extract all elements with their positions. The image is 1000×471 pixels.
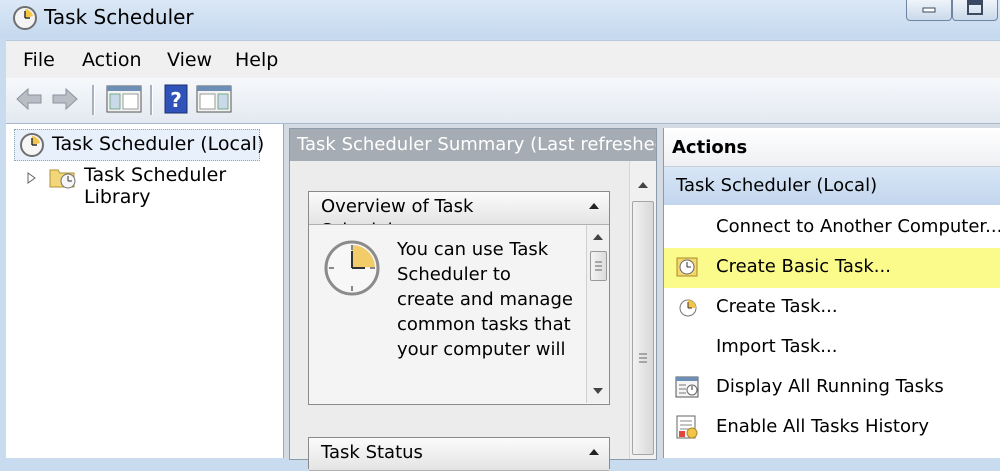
toolbar-separator — [150, 85, 153, 115]
back-arrow-icon[interactable] — [14, 84, 44, 114]
maximize-button[interactable] — [952, 0, 998, 21]
action-import-task[interactable]: Import Task... — [664, 328, 1000, 368]
console-tree: Task Scheduler (Local) Task Scheduler Li… — [6, 124, 284, 458]
toolbar: ? — [6, 78, 1000, 124]
grip-icon — [639, 353, 647, 363]
action-label: Enable All Tasks History — [716, 416, 930, 437]
minimize-icon — [922, 7, 936, 13]
actions-title: Actions — [672, 137, 748, 158]
menu-bar: File Action View Help — [6, 40, 1000, 79]
help-icon[interactable]: ? — [162, 84, 192, 114]
menu-help[interactable]: Help — [235, 49, 278, 71]
expand-arrow-icon[interactable] — [27, 172, 37, 184]
scroll-up-icon[interactable] — [638, 182, 648, 189]
overview-section-header[interactable]: Overview of Task Scheduler — [309, 192, 609, 225]
title-bar: Task Scheduler — [0, 0, 1000, 38]
window-title: Task Scheduler — [44, 5, 194, 29]
scroll-down-icon[interactable] — [593, 388, 603, 395]
action-connect-to-another-computer[interactable]: Connect to Another Computer... — [664, 208, 1000, 248]
actions-title-bar: Actions — [664, 128, 1000, 167]
menu-file[interactable]: File — [23, 49, 55, 71]
summary-header-text: Task Scheduler Summary (Last refreshed — [297, 134, 656, 155]
scroll-up-icon[interactable] — [593, 234, 603, 241]
action-label: Display All Running Tasks — [716, 376, 944, 397]
actions-pane: Actions Task Scheduler (Local) Connect t… — [663, 128, 1000, 458]
action-create-task[interactable]: Create Task... — [664, 288, 1000, 328]
summary-pane: Task Scheduler Summary (Last refreshed O… — [289, 128, 657, 471]
task-status-section: Task Status — [308, 437, 610, 471]
overview-scrollbar[interactable] — [586, 225, 609, 403]
toolbar-separator — [92, 85, 95, 115]
tree-item-label: Task Scheduler (Local) — [52, 133, 265, 155]
tasks-history-icon — [676, 415, 698, 439]
overview-title: Overview of Task Scheduler — [321, 196, 474, 224]
clock-icon — [20, 133, 44, 157]
overview-scroll-thumb[interactable] — [590, 251, 607, 281]
menu-action[interactable]: Action — [82, 49, 142, 71]
summary-scroll-thumb[interactable] — [632, 201, 654, 455]
svg-text:?: ? — [170, 88, 182, 112]
summary-scrollbar[interactable] — [629, 161, 656, 459]
task-status-title: Task Status — [321, 442, 423, 463]
action-create-basic-task[interactable]: Create Basic Task... — [664, 248, 1000, 288]
main-area: Task Scheduler (Local) Task Scheduler Li… — [6, 124, 1000, 471]
action-enable-all-tasks-history[interactable]: Enable All Tasks History — [664, 408, 1000, 448]
task-library-folder-icon — [49, 169, 76, 189]
maximize-icon — [967, 0, 983, 15]
summary-content: Overview of Task Scheduler — [290, 161, 656, 471]
collapse-arrow-icon[interactable] — [589, 448, 599, 456]
overview-text: You can use Task Scheduler to create and… — [397, 239, 573, 360]
overview-body: You can use Task Scheduler to create and… — [309, 225, 609, 403]
create-task-icon — [679, 299, 697, 317]
tree-item-task-scheduler-library[interactable]: Task Scheduler Library — [84, 164, 283, 208]
actions-group-header[interactable]: Task Scheduler (Local) — [664, 167, 1000, 205]
minimize-button[interactable] — [906, 0, 952, 21]
collapse-arrow-icon[interactable] — [589, 202, 599, 210]
show-hide-action-pane-icon[interactable] — [196, 84, 232, 114]
menu-view[interactable]: View — [167, 49, 212, 71]
running-tasks-icon — [675, 376, 699, 398]
action-label: Import Task... — [716, 336, 838, 357]
overview-section: Overview of Task Scheduler — [308, 191, 610, 405]
create-basic-task-icon — [676, 257, 698, 277]
clock-icon — [324, 240, 380, 296]
action-label: Create Basic Task... — [716, 256, 891, 277]
summary-header: Task Scheduler Summary (Last refreshed — [290, 129, 656, 161]
task-scheduler-clock-icon — [13, 6, 37, 30]
show-hide-console-tree-icon[interactable] — [106, 84, 142, 114]
action-display-all-running-tasks[interactable]: Display All Running Tasks — [664, 368, 1000, 408]
grip-icon — [595, 261, 602, 271]
action-label: Connect to Another Computer... — [716, 216, 1000, 237]
task-status-header[interactable]: Task Status — [309, 438, 609, 471]
forward-arrow-icon[interactable] — [50, 84, 80, 114]
actions-group-label: Task Scheduler (Local) — [676, 175, 878, 196]
action-label: Create Task... — [716, 296, 838, 317]
